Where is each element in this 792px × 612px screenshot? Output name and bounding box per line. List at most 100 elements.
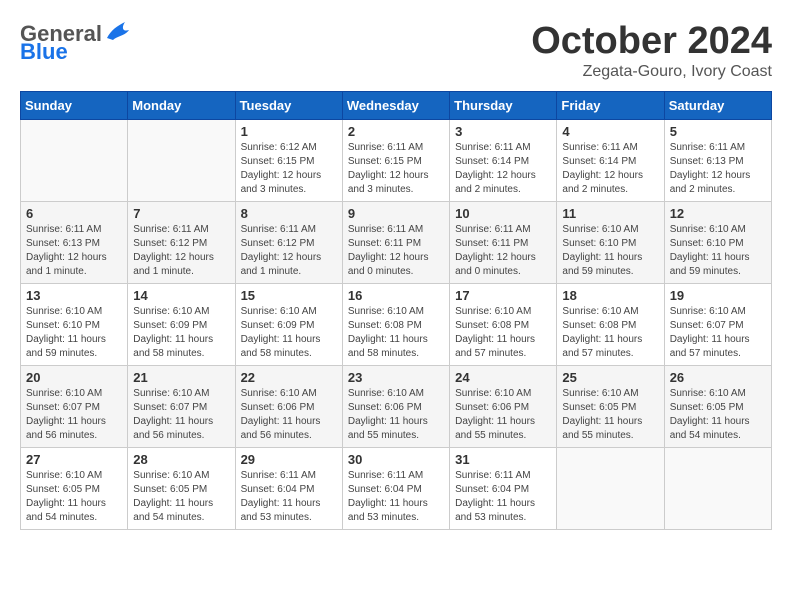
day-info: Sunrise: 6:10 AM Sunset: 6:06 PM Dayligh… [455,387,551,443]
day-info: Sunrise: 6:10 AM Sunset: 6:08 PM Dayligh… [348,305,444,361]
day-number: 21 [133,370,229,385]
day-number: 19 [670,288,766,303]
day-info: Sunrise: 6:10 AM Sunset: 6:07 PM Dayligh… [670,305,766,361]
calendar-cell: 9 Sunrise: 6:11 AM Sunset: 6:11 PM Daylig… [342,202,449,284]
calendar-cell: 18 Sunrise: 6:10 AM Sunset: 6:08 PM Dayli… [557,284,664,366]
day-info: Sunrise: 6:12 AM Sunset: 6:15 PM Dayligh… [241,141,337,197]
day-info: Sunrise: 6:11 AM Sunset: 6:13 PM Dayligh… [26,223,122,279]
day-number: 7 [133,206,229,221]
day-info: Sunrise: 6:10 AM Sunset: 6:08 PM Dayligh… [562,305,658,361]
day-info: Sunrise: 6:10 AM Sunset: 6:09 PM Dayligh… [133,305,229,361]
day-number: 27 [26,452,122,467]
day-number: 4 [562,124,658,139]
calendar-cell: 26 Sunrise: 6:10 AM Sunset: 6:05 PM Dayli… [664,366,771,448]
day-info: Sunrise: 6:10 AM Sunset: 6:05 PM Dayligh… [562,387,658,443]
day-number: 26 [670,370,766,385]
calendar-cell: 12Sunrise: 6:10 AM Sunset: 6:10 PM Dayli… [664,202,771,284]
day-number: 12 [670,206,766,221]
calendar-table: SundayMondayTuesdayWednesdayThursdayFrid… [20,91,772,530]
calendar-cell [21,120,128,202]
day-number: 1 [241,124,337,139]
calendar-cell: 24 Sunrise: 6:10 AM Sunset: 6:06 PM Dayli… [450,366,557,448]
day-number: 31 [455,452,551,467]
day-number: 3 [455,124,551,139]
day-info: Sunrise: 6:11 AM Sunset: 6:12 PM Dayligh… [133,223,229,279]
week-row-2: 6 Sunrise: 6:11 AM Sunset: 6:13 PM Daylig… [21,202,772,284]
day-number: 20 [26,370,122,385]
calendar-cell: 10Sunrise: 6:11 AM Sunset: 6:11 PM Dayli… [450,202,557,284]
day-number: 9 [348,206,444,221]
calendar-cell: 17Sunrise: 6:10 AM Sunset: 6:08 PM Dayli… [450,284,557,366]
day-number: 18 [562,288,658,303]
weekday-header-monday: Monday [128,92,235,120]
day-info: Sunrise: 6:11 AM Sunset: 6:14 PM Dayligh… [562,141,658,197]
calendar-cell: 25 Sunrise: 6:10 AM Sunset: 6:05 PM Dayli… [557,366,664,448]
day-number: 8 [241,206,337,221]
calendar-cell: 3 Sunrise: 6:11 AM Sunset: 6:14 PM Daylig… [450,120,557,202]
calendar-cell: 27 Sunrise: 6:10 AM Sunset: 6:05 PM Dayli… [21,448,128,530]
day-info: Sunrise: 6:11 AM Sunset: 6:13 PM Dayligh… [670,141,766,197]
weekday-header-friday: Friday [557,92,664,120]
weekday-header-saturday: Saturday [664,92,771,120]
day-info: Sunrise: 6:11 AM Sunset: 6:04 PM Dayligh… [348,469,444,525]
day-info: Sunrise: 6:11 AM Sunset: 6:11 PM Dayligh… [455,223,551,279]
calendar-cell: 2 Sunrise: 6:11 AM Sunset: 6:15 PM Daylig… [342,120,449,202]
day-info: Sunrise: 6:10 AM Sunset: 6:05 PM Dayligh… [26,469,122,525]
calendar-cell: 7 Sunrise: 6:11 AM Sunset: 6:12 PM Daylig… [128,202,235,284]
calendar-cell: 11 Sunrise: 6:10 AM Sunset: 6:10 PM Dayli… [557,202,664,284]
calendar-cell: 15Sunrise: 6:10 AM Sunset: 6:09 PM Dayli… [235,284,342,366]
day-number: 2 [348,124,444,139]
title-section: October 2024 Zegata-Gouro, Ivory Coast [531,20,772,81]
day-info: Sunrise: 6:10 AM Sunset: 6:05 PM Dayligh… [670,387,766,443]
calendar-cell: 14 Sunrise: 6:10 AM Sunset: 6:09 PM Dayli… [128,284,235,366]
calendar-cell: 1 Sunrise: 6:12 AM Sunset: 6:15 PM Daylig… [235,120,342,202]
week-row-3: 13Sunrise: 6:10 AM Sunset: 6:10 PM Dayli… [21,284,772,366]
day-number: 5 [670,124,766,139]
week-row-1: 1 Sunrise: 6:12 AM Sunset: 6:15 PM Daylig… [21,120,772,202]
page-header: General Blue October 2024 Zegata-Gouro, … [20,20,772,81]
calendar-cell: 31 Sunrise: 6:11 AM Sunset: 6:04 PM Dayli… [450,448,557,530]
weekday-header-thursday: Thursday [450,92,557,120]
day-number: 6 [26,206,122,221]
day-number: 29 [241,452,337,467]
day-info: Sunrise: 6:10 AM Sunset: 6:07 PM Dayligh… [133,387,229,443]
calendar-cell: 20 Sunrise: 6:10 AM Sunset: 6:07 PM Dayli… [21,366,128,448]
calendar-cell: 29 Sunrise: 6:11 AM Sunset: 6:04 PM Dayli… [235,448,342,530]
weekday-header-tuesday: Tuesday [235,92,342,120]
day-info: Sunrise: 6:10 AM Sunset: 6:05 PM Dayligh… [133,469,229,525]
day-info: Sunrise: 6:11 AM Sunset: 6:04 PM Dayligh… [455,469,551,525]
calendar-cell: 19 Sunrise: 6:10 AM Sunset: 6:07 PM Dayli… [664,284,771,366]
logo-bird-icon [103,20,131,47]
calendar-cell: 5 Sunrise: 6:11 AM Sunset: 6:13 PM Daylig… [664,120,771,202]
week-row-4: 20 Sunrise: 6:10 AM Sunset: 6:07 PM Dayli… [21,366,772,448]
day-info: Sunrise: 6:10 AM Sunset: 6:10 PM Dayligh… [562,223,658,279]
day-number: 14 [133,288,229,303]
day-info: Sunrise: 6:10 AM Sunset: 6:10 PM Dayligh… [26,305,122,361]
weekday-header-row: SundayMondayTuesdayWednesdayThursdayFrid… [21,92,772,120]
weekday-header-wednesday: Wednesday [342,92,449,120]
day-info: Sunrise: 6:10 AM Sunset: 6:08 PM Dayligh… [455,305,551,361]
day-number: 11 [562,206,658,221]
calendar-cell: 8 Sunrise: 6:11 AM Sunset: 6:12 PM Daylig… [235,202,342,284]
day-number: 25 [562,370,658,385]
day-info: Sunrise: 6:11 AM Sunset: 6:11 PM Dayligh… [348,223,444,279]
day-info: Sunrise: 6:11 AM Sunset: 6:15 PM Dayligh… [348,141,444,197]
day-info: Sunrise: 6:11 AM Sunset: 6:04 PM Dayligh… [241,469,337,525]
day-info: Sunrise: 6:10 AM Sunset: 6:07 PM Dayligh… [26,387,122,443]
day-info: Sunrise: 6:10 AM Sunset: 6:06 PM Dayligh… [241,387,337,443]
calendar-cell: 21 Sunrise: 6:10 AM Sunset: 6:07 PM Dayli… [128,366,235,448]
day-number: 22 [241,370,337,385]
calendar-cell: 30 Sunrise: 6:11 AM Sunset: 6:04 PM Dayli… [342,448,449,530]
day-number: 24 [455,370,551,385]
calendar-cell: 16Sunrise: 6:10 AM Sunset: 6:08 PM Dayli… [342,284,449,366]
logo: General Blue [20,20,132,65]
week-row-5: 27 Sunrise: 6:10 AM Sunset: 6:05 PM Dayli… [21,448,772,530]
day-number: 30 [348,452,444,467]
calendar-cell [557,448,664,530]
day-info: Sunrise: 6:11 AM Sunset: 6:12 PM Dayligh… [241,223,337,279]
day-number: 28 [133,452,229,467]
day-info: Sunrise: 6:11 AM Sunset: 6:14 PM Dayligh… [455,141,551,197]
calendar-cell [128,120,235,202]
calendar-cell: 6 Sunrise: 6:11 AM Sunset: 6:13 PM Daylig… [21,202,128,284]
calendar-cell: 13Sunrise: 6:10 AM Sunset: 6:10 PM Dayli… [21,284,128,366]
